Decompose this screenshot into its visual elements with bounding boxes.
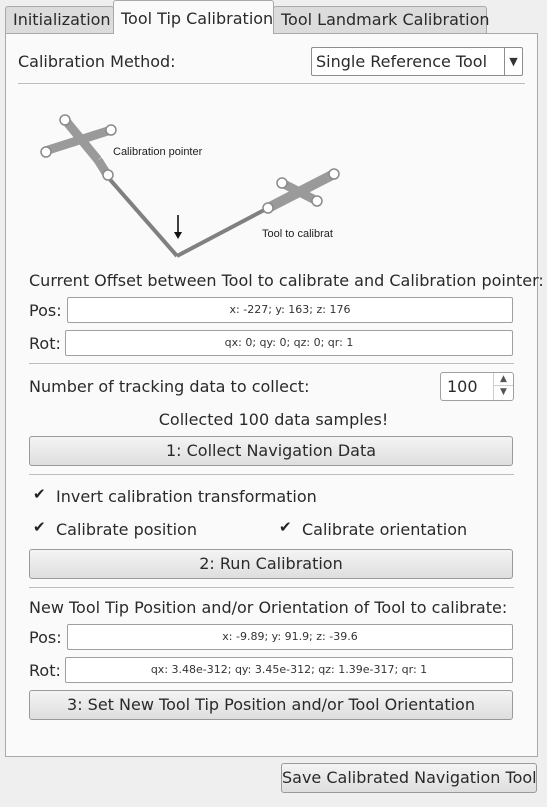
tool-to-calibrate-label: Tool to calibrat (262, 228, 333, 240)
checkmark-icon (279, 518, 293, 536)
new-rot-field: qx: 3.48e-312; qy: 3.45e-312; qz: 1.39e-… (65, 657, 513, 683)
tracking-count-label: Number of tracking data to collect: (29, 377, 310, 396)
calibrate-orientation-label: Calibrate orientation (302, 520, 468, 539)
tab-initialization[interactable]: Initialization (5, 6, 114, 33)
invert-calibration-label: Invert calibration transformation (56, 487, 317, 506)
invert-calibration-checkbox[interactable]: Invert calibration transformation (33, 485, 317, 506)
collection-status-text: Collected 100 data samples! (158, 410, 389, 429)
tracking-count-spinbox[interactable]: 100 ▲ ▼ (440, 372, 514, 401)
calibration-diagram: Calibration pointer Tool to calibrat (40, 114, 340, 258)
current-rot-label: Rot: (29, 334, 61, 353)
tracking-count-value: 100 (447, 377, 478, 396)
divider (18, 83, 525, 84)
calibration-method-label: Calibration Method: (18, 52, 176, 71)
divider (29, 587, 514, 588)
new-tip-heading: New Tool Tip Position and/or Orientation… (29, 598, 508, 617)
new-pos-field: x: -9.89; y: 91.9; z: -39.6 (67, 624, 513, 650)
calibrate-orientation-checkbox[interactable]: Calibrate orientation (279, 518, 468, 539)
save-calibrated-tool-button[interactable]: Save Calibrated Navigation Tool (281, 763, 537, 793)
chevron-down-icon: ▼ (504, 48, 522, 75)
calibration-pointer-label: Calibration pointer (113, 146, 203, 158)
tab-bar: Initialization Tool Tip Calibration Tool… (5, 0, 542, 34)
new-pos-label: Pos: (29, 628, 62, 647)
arrow-down-icon (174, 215, 182, 239)
calibrate-position-checkbox[interactable]: Calibrate position (33, 518, 197, 539)
new-rot-label: Rot: (29, 661, 61, 680)
current-pos-field: x: -227; y: 163; z: 176 (67, 297, 513, 323)
chevron-up-icon[interactable]: ▲ (494, 373, 513, 386)
tab-tool-tip-calibration[interactable]: Tool Tip Calibration (113, 0, 274, 34)
current-rot-field: qx: 0; qy: 0; qz: 0; qr: 1 (65, 330, 513, 356)
collect-navigation-data-button[interactable]: 1: Collect Navigation Data (29, 436, 513, 466)
run-calibration-button[interactable]: 2: Run Calibration (29, 549, 513, 579)
calibration-pointer-illustration (43, 118, 179, 258)
current-offset-heading: Current Offset between Tool to calibrate… (29, 271, 544, 290)
calibrate-position-label: Calibrate position (56, 520, 197, 539)
tool-to-calibrate-illustration (176, 169, 337, 258)
calibration-method-select[interactable]: Single Reference Tool ▼ (311, 47, 523, 76)
current-pos-label: Pos: (29, 301, 62, 320)
checkmark-icon (33, 485, 47, 503)
tab-tool-landmark-calibration[interactable]: Tool Landmark Calibration (273, 6, 490, 33)
checkmark-icon (33, 518, 47, 536)
set-new-tool-tip-button[interactable]: 3: Set New Tool Tip Position and/or Tool… (29, 690, 513, 720)
chevron-down-icon[interactable]: ▼ (494, 386, 513, 399)
divider (29, 363, 514, 364)
calibration-method-value: Single Reference Tool (316, 52, 488, 71)
divider (29, 474, 514, 475)
